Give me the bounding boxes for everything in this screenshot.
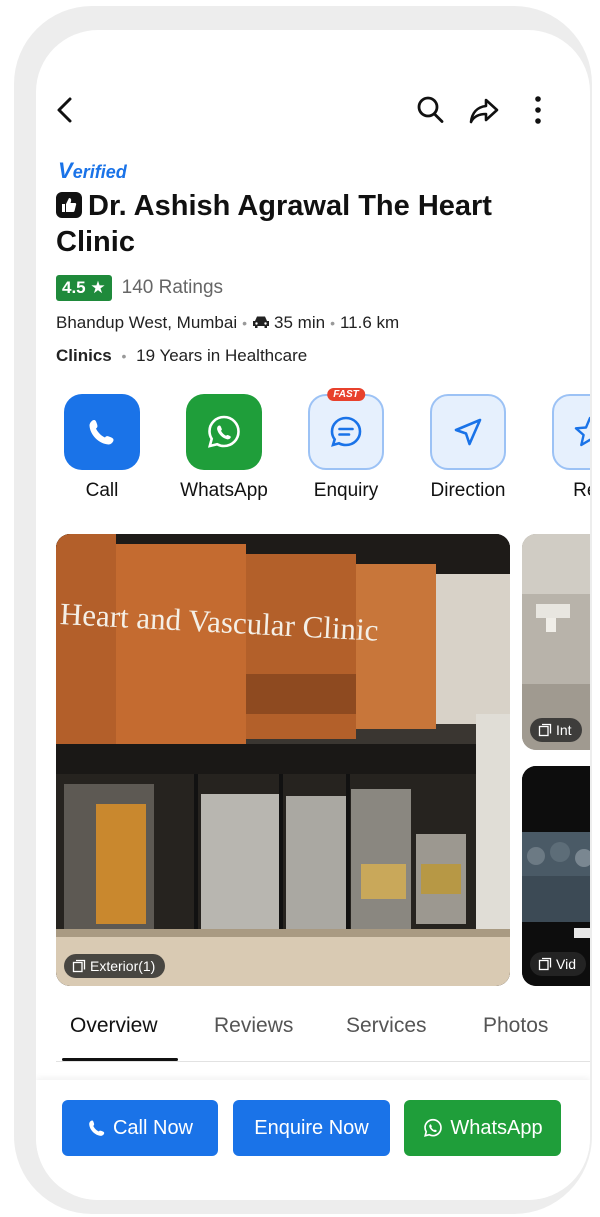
separator-dot: • (330, 315, 335, 331)
tab-services[interactable]: Services (346, 1014, 427, 1038)
rating-badge[interactable]: 4.5 ★ (56, 275, 112, 301)
car-icon (252, 313, 274, 333)
whatsapp-icon (424, 1118, 443, 1137)
photo-category-tag[interactable]: Int (530, 718, 582, 742)
ratings-count[interactable]: 140 Ratings (122, 277, 223, 299)
thumbs-up-icon (56, 192, 82, 218)
enquire-now-button[interactable]: Enquire Now (233, 1100, 390, 1156)
exterior-photo[interactable]: Heart and Vascular Clinic Exterior(1) (56, 534, 510, 986)
quick-actions: Call WhatsApp FAST Enquiry Direction R (36, 388, 590, 514)
more-vertical-icon[interactable] (528, 94, 548, 126)
navigation-arrow-icon (430, 394, 506, 470)
video-photo[interactable]: Vid (522, 766, 590, 986)
address-row: Bhandup West, Mumbai • 35 min • 11.6 km (56, 313, 399, 333)
review-action[interactable]: Rev (535, 394, 590, 502)
back-arrow-icon[interactable] (52, 94, 80, 126)
gallery-icon (538, 723, 552, 737)
drive-time: 35 min (274, 313, 326, 332)
fast-badge: FAST (327, 388, 365, 401)
enquiry-action[interactable]: FAST Enquiry (291, 388, 401, 502)
rating-row: 4.5 ★ 140 Ratings (56, 275, 223, 301)
photo-category-tag[interactable]: Vid (530, 952, 586, 976)
search-icon[interactable] (416, 94, 446, 126)
whatsapp-action[interactable]: WhatsApp (169, 394, 279, 502)
share-icon[interactable] (468, 94, 500, 126)
separator-dot: • (242, 315, 248, 331)
tab-overview[interactable]: Overview (70, 1014, 158, 1038)
listing-title: Dr. Ashish Agrawal The Heart Clinic (56, 188, 526, 260)
whatsapp-icon (186, 394, 262, 470)
phone-icon (89, 1120, 105, 1136)
call-now-button[interactable]: Call Now (62, 1100, 218, 1156)
star-icon (552, 394, 590, 470)
category-row: Clinics • 19 Years in Healthcare (56, 346, 307, 366)
photo-category-tag[interactable]: Exterior(1) (64, 954, 166, 978)
bottom-action-bar: Call Now Enquire Now WhatsApp (36, 1080, 590, 1200)
verified-label: Verified (58, 158, 127, 183)
tab-reviews[interactable]: Reviews (214, 1014, 293, 1038)
call-action[interactable]: Call (47, 394, 157, 502)
location-text: Bhandup West, Mumbai (56, 313, 238, 332)
tab-photos[interactable]: Photos (483, 1014, 548, 1038)
experience: 19 Years in Healthcare (136, 346, 308, 365)
action-label: Rev (573, 480, 590, 501)
app-screen: Verified Dr. Ashish Agrawal The Heart Cl… (36, 30, 590, 1200)
interior-photo[interactable]: Int (522, 534, 590, 750)
action-label: Call (85, 480, 119, 501)
tab-divider (56, 1061, 590, 1062)
separator-dot: • (121, 348, 127, 364)
chat-bubble-icon: FAST (308, 388, 384, 470)
action-label: WhatsApp (180, 480, 268, 501)
active-tab-indicator (62, 1058, 178, 1061)
category[interactable]: Clinics (56, 346, 112, 365)
gallery-icon (538, 957, 552, 971)
action-label: Direction (430, 480, 506, 501)
whatsapp-button[interactable]: WhatsApp (404, 1100, 561, 1156)
gallery-icon (72, 959, 86, 973)
star-icon: ★ (90, 278, 106, 297)
top-bar (36, 92, 590, 128)
direction-action[interactable]: Direction (413, 394, 523, 502)
distance: 11.6 km (339, 313, 400, 332)
action-label: Enquiry (313, 480, 379, 501)
phone-icon (64, 394, 140, 470)
listing-name: Dr. Ashish Agrawal The Heart Clinic (56, 190, 492, 258)
tab-bar: Overview Reviews Services Photos (36, 1014, 590, 1062)
